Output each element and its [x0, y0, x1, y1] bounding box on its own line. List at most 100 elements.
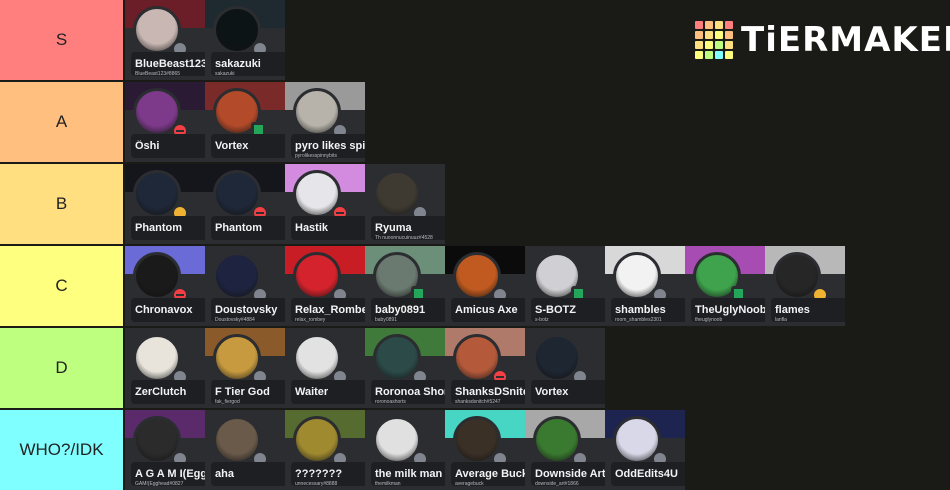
tier-item-card[interactable]: baby0891 baby0891	[365, 246, 445, 326]
logo-grid-cell	[715, 21, 723, 29]
display-name: Roronoa Shorts	[375, 386, 445, 398]
username-tag: s-botz	[535, 317, 549, 323]
display-name: BlueBeast123	[135, 58, 205, 70]
tier-item-card[interactable]: Ryuma Th nuoonnucuinuuz#4528	[365, 164, 445, 244]
display-name: Phantom	[215, 222, 263, 234]
tier-label[interactable]: C	[0, 246, 123, 326]
tier-item-card[interactable]: the milk man themilkman	[365, 410, 445, 490]
tier-item-card[interactable]: Öshi	[125, 82, 205, 162]
display-name: OddEdits4U	[615, 468, 678, 480]
username-tag: unnecessary#8888	[295, 481, 338, 487]
tier-item-card[interactable]: Vortex	[205, 82, 285, 162]
tier-item-card[interactable]: flames lanfla	[765, 246, 845, 326]
username-tag: lanfla	[775, 317, 787, 323]
display-name: flames	[775, 304, 810, 316]
tier-item-card[interactable]: Downside Art downside_art#1866	[525, 410, 605, 490]
tier-item-card[interactable]: Doustovsky Doustovsky#4884	[205, 246, 285, 326]
display-name: Amicus Axe	[455, 304, 518, 316]
tier-item-card[interactable]: shambles room_shambles2301	[605, 246, 685, 326]
username-tag: relax_rombey	[295, 317, 326, 323]
username-tag: baby0891	[375, 317, 397, 323]
logo-grid-cell	[705, 51, 713, 59]
tier-label[interactable]: S	[0, 0, 123, 80]
display-name: Doustovsky	[215, 304, 278, 316]
tier-items: Phantom Phantom Hastik Ryuma Th nuoonnucuinu…	[125, 164, 950, 244]
logo-grid-cell	[705, 41, 713, 49]
display-name: ShanksDSnitch	[455, 386, 525, 398]
display-name: pyro likes spinny b	[295, 140, 365, 152]
tier-row: A Öshi Vortex pyro likes spinny bpyrolikess…	[0, 82, 950, 162]
display-name: Relax_Rombey	[295, 304, 365, 316]
display-name: the milk man	[375, 468, 443, 480]
tier-row: D ZerClutch F Tier God fak_fiergod Waiter Ror…	[0, 328, 950, 408]
tier-item-card[interactable]: Hastik	[285, 164, 365, 244]
username-tag: averagebuck	[455, 481, 484, 487]
display-name: ZerClutch	[135, 386, 187, 398]
username-tag: roronoashorts	[375, 399, 406, 405]
username-tag: themilkman	[375, 481, 401, 487]
tier-item-card[interactable]: A G A M I(EggheGAMI(Egghead#0827	[125, 410, 205, 490]
display-name: ???????	[295, 468, 343, 480]
tier-item-card[interactable]: Average Buck averagebuck	[445, 410, 525, 490]
tier-items: ZerClutch F Tier God fak_fiergod Waiter Roro…	[125, 328, 950, 408]
logo-grid-cell	[705, 31, 713, 39]
tier-item-card[interactable]: OddEdits4U	[605, 410, 685, 490]
username-tag: sakazuki	[215, 71, 235, 77]
tier-label[interactable]: WHO?/IDK	[0, 410, 123, 490]
logo-grid-cell	[715, 41, 723, 49]
tier-item-card[interactable]: Phantom	[125, 164, 205, 244]
tier-label[interactable]: A	[0, 82, 123, 162]
username-tag: pyrolikesspinnybits	[295, 153, 337, 159]
display-name: Average Buck	[455, 468, 525, 480]
logo-grid-cell	[715, 51, 723, 59]
tier-item-card[interactable]: Amicus Axe	[445, 246, 525, 326]
username-tag: theuglynoob	[695, 317, 723, 323]
tier-item-card[interactable]: BlueBeast123 BlueBeast123#8865	[125, 0, 205, 80]
display-name: Hastik	[295, 222, 329, 234]
display-name: Öshi	[135, 140, 160, 152]
tiermaker-logo-text: TiERMAKER	[741, 20, 950, 60]
username-tag: Doustovsky#4884	[215, 317, 255, 323]
tier-item-card[interactable]: Phantom	[205, 164, 285, 244]
display-name: aha	[215, 468, 234, 480]
tier-label[interactable]: B	[0, 164, 123, 244]
display-name: Chronavox	[135, 304, 193, 316]
tier-item-card[interactable]: Chronavox	[125, 246, 205, 326]
tiermaker-grid-icon	[695, 21, 733, 59]
username-tag: fak_fiergod	[215, 399, 240, 405]
tier-items: Chronavox Doustovsky Doustovsky#4884 Relax_…	[125, 246, 950, 326]
logo-grid-cell	[695, 51, 703, 59]
logo-grid-cell	[725, 31, 733, 39]
display-name: Waiter	[295, 386, 329, 398]
tier-item-card[interactable]: Vortex	[525, 328, 605, 408]
tier-item-card[interactable]: ZerClutch	[125, 328, 205, 408]
display-name: Downside Art	[535, 468, 605, 480]
tiermaker-logo: TiERMAKER	[695, 20, 950, 60]
tier-item-card[interactable]: S-BOTZ s-botz	[525, 246, 605, 326]
username-tag: Th nuoonnucuinuuz#4528	[375, 235, 433, 241]
username-tag: shanksdsnitch#5247	[455, 399, 501, 405]
tier-label[interactable]: D	[0, 328, 123, 408]
display-name: A G A M I(Egghe	[135, 468, 205, 480]
logo-grid-cell	[695, 41, 703, 49]
display-name: F Tier God	[215, 386, 270, 398]
tier-item-card[interactable]: Waiter	[285, 328, 365, 408]
tier-item-card[interactable]: sakazuki sakazuki	[205, 0, 285, 80]
tier-row: C Chronavox Doustovsky Doustovsky#4884 Relax…	[0, 246, 950, 326]
tier-item-card[interactable]: aha	[205, 410, 285, 490]
display-name: S-BOTZ	[535, 304, 576, 316]
display-name: sakazuki	[215, 58, 261, 70]
tier-row: WHO?/IDKA G A M I(EggheGAMI(Egghead#0827…	[0, 410, 950, 490]
tier-item-card[interactable]: ShanksDSnitchshanksdsnitch#5247	[445, 328, 525, 408]
tier-item-card[interactable]: F Tier God fak_fiergod	[205, 328, 285, 408]
tier-item-card[interactable]: Relax_Rombeyrelax_rombey	[285, 246, 365, 326]
display-name: baby0891	[375, 304, 426, 316]
tier-item-card[interactable]: Roronoa Shortsroronoashorts	[365, 328, 445, 408]
tier-item-card[interactable]: ??????? unnecessary#8888	[285, 410, 365, 490]
tier-item-card[interactable]: TheUglyNoob theuglynoob	[685, 246, 765, 326]
username-tag: room_shambles2301	[615, 317, 662, 323]
logo-grid-cell	[725, 51, 733, 59]
display-name: shambles	[615, 304, 666, 316]
tier-item-card[interactable]: pyro likes spinny bpyrolikesspinnybits	[285, 82, 365, 162]
display-name: TheUglyNoob	[695, 304, 765, 316]
